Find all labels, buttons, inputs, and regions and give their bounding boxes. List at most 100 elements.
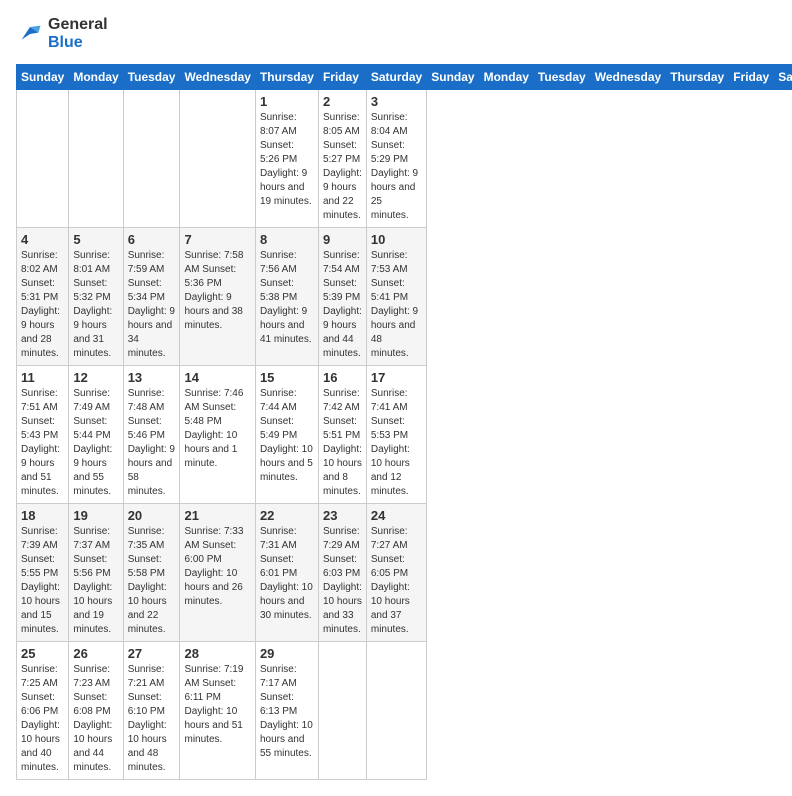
day-info: Sunrise: 7:53 AM Sunset: 5:41 PM Dayligh… (371, 249, 422, 361)
day-header-saturday: Saturday (774, 65, 792, 90)
day-info: Sunrise: 8:04 AM Sunset: 5:29 PM Dayligh… (371, 111, 422, 223)
calendar-cell: 1Sunrise: 8:07 AM Sunset: 5:26 PM Daylig… (255, 90, 318, 228)
day-number: 6 (128, 232, 176, 247)
calendar-cell (318, 642, 366, 780)
calendar-cell: 10 Sunrise: 7:53 AM Sunset: 5:41 PM Dayli… (366, 228, 426, 366)
day-info: Sunrise: 7:44 AM Sunset: 5:49 PM Dayligh… (260, 387, 314, 485)
calendar-cell: 22 Sunrise: 7:31 AM Sunset: 6:01 PM Dayli… (255, 504, 318, 642)
day-number: 11 (21, 370, 64, 385)
day-info: Sunrise: 7:27 AM Sunset: 6:05 PM Dayligh… (371, 525, 422, 637)
day-info: Sunrise: 8:05 AM Sunset: 5:27 PM Dayligh… (323, 111, 362, 223)
calendar-cell: 19 Sunrise: 7:37 AM Sunset: 5:56 PM Dayli… (69, 504, 123, 642)
logo-bird-icon (16, 20, 44, 48)
calendar-cell: 28 Sunrise: 7:19 AM Sunset: 6:11 PM Dayli… (180, 642, 255, 780)
day-info: Sunrise: 7:33 AM Sunset: 6:00 PM Dayligh… (184, 525, 250, 609)
calendar-cell: 23 Sunrise: 7:29 AM Sunset: 6:03 PM Dayli… (318, 504, 366, 642)
calendar-cell: 11 Sunrise: 7:51 AM Sunset: 5:43 PM Dayli… (17, 366, 69, 504)
calendar-table: SundayMondayTuesdayWednesdayThursdayFrid… (16, 64, 792, 780)
day-header-friday: Friday (729, 65, 774, 90)
day-number: 7 (184, 232, 250, 247)
day-number: 24 (371, 508, 422, 523)
calendar-cell (180, 90, 255, 228)
day-info: Sunrise: 8:07 AM Sunset: 5:26 PM Dayligh… (260, 111, 314, 209)
calendar-cell: 8 Sunrise: 7:56 AM Sunset: 5:38 PM Daylig… (255, 228, 318, 366)
day-header-sunday: Sunday (17, 65, 69, 90)
day-number: 16 (323, 370, 362, 385)
day-number: 2 (323, 94, 362, 109)
calendar-cell: 26Sunrise: 7:23 AM Sunset: 6:08 PM Dayli… (69, 642, 123, 780)
day-number: 8 (260, 232, 314, 247)
day-number: 22 (260, 508, 314, 523)
day-info: Sunrise: 8:02 AM Sunset: 5:31 PM Dayligh… (21, 249, 64, 361)
calendar-cell: 9 Sunrise: 7:54 AM Sunset: 5:39 PM Daylig… (318, 228, 366, 366)
day-info: Sunrise: 7:39 AM Sunset: 5:55 PM Dayligh… (21, 525, 64, 637)
day-info: Sunrise: 7:56 AM Sunset: 5:38 PM Dayligh… (260, 249, 314, 347)
day-header-monday: Monday (69, 65, 123, 90)
calendar-cell: 14Sunrise: 7:46 AM Sunset: 5:48 PM Dayli… (180, 366, 255, 504)
calendar-week-1: 1Sunrise: 8:07 AM Sunset: 5:26 PM Daylig… (17, 90, 792, 228)
calendar-cell: 6 Sunrise: 7:59 AM Sunset: 5:34 PM Daylig… (123, 228, 180, 366)
day-info: Sunrise: 7:19 AM Sunset: 6:11 PM Dayligh… (184, 663, 250, 747)
day-header-saturday: Saturday (366, 65, 426, 90)
calendar-week-3: 11 Sunrise: 7:51 AM Sunset: 5:43 PM Dayli… (17, 366, 792, 504)
calendar-week-2: 4 Sunrise: 8:02 AM Sunset: 5:31 PM Daylig… (17, 228, 792, 366)
calendar-cell: 12 Sunrise: 7:49 AM Sunset: 5:44 PM Dayli… (69, 366, 123, 504)
day-header-sunday: Sunday (427, 65, 479, 90)
calendar-cell (69, 90, 123, 228)
day-info: Sunrise: 7:49 AM Sunset: 5:44 PM Dayligh… (73, 387, 118, 499)
calendar-cell: 21 Sunrise: 7:33 AM Sunset: 6:00 PM Dayli… (180, 504, 255, 642)
day-number: 26 (73, 646, 118, 661)
day-info: Sunrise: 7:31 AM Sunset: 6:01 PM Dayligh… (260, 525, 314, 623)
calendar-cell (123, 90, 180, 228)
calendar-cell: 2 Sunrise: 8:05 AM Sunset: 5:27 PM Daylig… (318, 90, 366, 228)
day-number: 4 (21, 232, 64, 247)
day-number: 23 (323, 508, 362, 523)
day-number: 29 (260, 646, 314, 661)
day-info: Sunrise: 7:29 AM Sunset: 6:03 PM Dayligh… (323, 525, 362, 637)
day-number: 18 (21, 508, 64, 523)
day-info: Sunrise: 7:46 AM Sunset: 5:48 PM Dayligh… (184, 387, 250, 471)
day-header-friday: Friday (318, 65, 366, 90)
day-header-wednesday: Wednesday (590, 65, 665, 90)
day-info: Sunrise: 7:59 AM Sunset: 5:34 PM Dayligh… (128, 249, 176, 361)
day-number: 9 (323, 232, 362, 247)
day-header-monday: Monday (479, 65, 533, 90)
calendar-cell: 25Sunrise: 7:25 AM Sunset: 6:06 PM Dayli… (17, 642, 69, 780)
day-info: Sunrise: 7:37 AM Sunset: 5:56 PM Dayligh… (73, 525, 118, 637)
calendar-cell: 18 Sunrise: 7:39 AM Sunset: 5:55 PM Dayli… (17, 504, 69, 642)
calendar-cell: 3 Sunrise: 8:04 AM Sunset: 5:29 PM Daylig… (366, 90, 426, 228)
day-info: Sunrise: 7:58 AM Sunset: 5:36 PM Dayligh… (184, 249, 250, 333)
day-number: 25 (21, 646, 64, 661)
day-number: 10 (371, 232, 422, 247)
day-number: 12 (73, 370, 118, 385)
day-header-thursday: Thursday (666, 65, 729, 90)
day-header-thursday: Thursday (255, 65, 318, 90)
day-info: Sunrise: 7:54 AM Sunset: 5:39 PM Dayligh… (323, 249, 362, 361)
day-info: Sunrise: 8:01 AM Sunset: 5:32 PM Dayligh… (73, 249, 118, 361)
calendar-cell: 17 Sunrise: 7:41 AM Sunset: 5:53 PM Dayli… (366, 366, 426, 504)
day-number: 17 (371, 370, 422, 385)
day-info: Sunrise: 7:21 AM Sunset: 6:10 PM Dayligh… (128, 663, 176, 775)
calendar-cell: 29 Sunrise: 7:17 AM Sunset: 6:13 PM Dayli… (255, 642, 318, 780)
calendar-week-4: 18 Sunrise: 7:39 AM Sunset: 5:55 PM Dayli… (17, 504, 792, 642)
day-number: 15 (260, 370, 314, 385)
day-header-tuesday: Tuesday (123, 65, 180, 90)
day-number: 21 (184, 508, 250, 523)
logo: General Blue (16, 16, 108, 52)
calendar-cell: 13Sunrise: 7:48 AM Sunset: 5:46 PM Dayli… (123, 366, 180, 504)
day-info: Sunrise: 7:51 AM Sunset: 5:43 PM Dayligh… (21, 387, 64, 499)
calendar-cell: 5Sunrise: 8:01 AM Sunset: 5:32 PM Daylig… (69, 228, 123, 366)
day-info: Sunrise: 7:48 AM Sunset: 5:46 PM Dayligh… (128, 387, 176, 499)
calendar-cell: 16 Sunrise: 7:42 AM Sunset: 5:51 PM Dayli… (318, 366, 366, 504)
day-number: 3 (371, 94, 422, 109)
day-info: Sunrise: 7:42 AM Sunset: 5:51 PM Dayligh… (323, 387, 362, 499)
day-info: Sunrise: 7:41 AM Sunset: 5:53 PM Dayligh… (371, 387, 422, 499)
calendar-cell: 4 Sunrise: 8:02 AM Sunset: 5:31 PM Daylig… (17, 228, 69, 366)
page-header: General Blue (16, 16, 776, 52)
day-number: 28 (184, 646, 250, 661)
day-info: Sunrise: 7:17 AM Sunset: 6:13 PM Dayligh… (260, 663, 314, 761)
day-number: 19 (73, 508, 118, 523)
calendar-cell: 15 Sunrise: 7:44 AM Sunset: 5:49 PM Dayli… (255, 366, 318, 504)
calendar-cell (17, 90, 69, 228)
day-number: 20 (128, 508, 176, 523)
